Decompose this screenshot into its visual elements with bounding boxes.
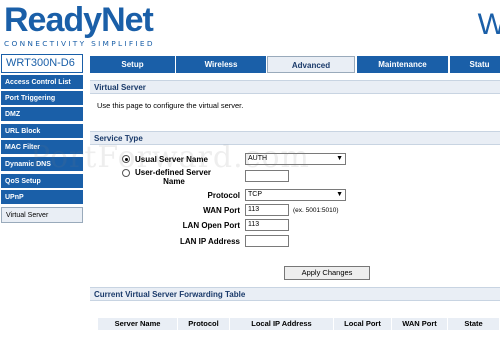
protocol-label: Protocol xyxy=(207,191,240,200)
top-nav-tabs: Setup Wireless Advanced Maintenance Stat… xyxy=(89,56,500,73)
usual-server-label: Usual Server Name xyxy=(135,155,208,164)
header: ReadyNet CONNECTIVITY SIMPLIFIED W xyxy=(0,0,500,54)
logo-name-part2: Net xyxy=(101,1,154,39)
logo-name-part1: Ready xyxy=(4,1,102,39)
sidebar-item-url-block[interactable]: URL Block xyxy=(1,124,83,139)
header-title-fragment: W xyxy=(477,8,500,41)
virtual-server-description: Use this page to configure the virtual s… xyxy=(97,101,244,110)
table-header-state: State xyxy=(448,318,500,330)
table-header-local-ip: Local IP Address xyxy=(230,318,334,330)
sidebar-item-access-control-list[interactable]: Access Control List xyxy=(1,75,83,90)
sidebar-item-dmz[interactable]: DMZ xyxy=(1,107,83,122)
table-header-server-name: Server Name xyxy=(98,318,178,330)
user-defined-label-line2: Name xyxy=(163,177,185,186)
chevron-down-icon: ▼ xyxy=(336,155,343,162)
readynet-logo: ReadyNet CONNECTIVITY SIMPLIFIED xyxy=(4,2,155,48)
lan-ip-input[interactable] xyxy=(245,235,289,247)
user-defined-name-input[interactable] xyxy=(245,170,289,182)
user-defined-label: User-defined Server Name xyxy=(135,168,238,186)
wan-port-label: WAN Port xyxy=(203,206,240,215)
usual-server-select[interactable]: AUTH ▼ xyxy=(245,153,346,165)
tab-wireless[interactable]: Wireless xyxy=(175,56,266,73)
user-defined-radio[interactable] xyxy=(122,169,130,177)
table-header-wan-port: WAN Port xyxy=(392,318,448,330)
sidebar-item-virtual-server[interactable]: Virtual Server xyxy=(1,207,83,223)
model-label: WRT300N-D6 xyxy=(1,54,83,73)
logo-tagline: CONNECTIVITY SIMPLIFIED xyxy=(4,39,155,48)
protocol-select[interactable]: TCP ▼ xyxy=(245,189,346,201)
tab-advanced[interactable]: Advanced xyxy=(267,56,355,73)
tab-maintenance[interactable]: Maintenance xyxy=(356,56,448,73)
sidebar-item-qos-setup[interactable]: QoS Setup xyxy=(1,174,83,189)
lan-ip-label: LAN IP Address xyxy=(179,237,240,246)
user-defined-label-line1: User-defined Server xyxy=(135,168,212,177)
sidebar-item-dynamic-dns[interactable]: Dynamic DNS xyxy=(1,157,83,172)
table-header-protocol: Protocol xyxy=(178,318,230,330)
lan-open-port-label: LAN Open Port xyxy=(182,221,240,230)
sidebar-item-upnp[interactable]: UPnP xyxy=(1,190,83,205)
usual-server-radio[interactable] xyxy=(122,155,130,163)
service-type-heading: Service Type xyxy=(90,131,500,145)
virtual-server-heading: Virtual Server xyxy=(90,80,500,94)
tab-status[interactable]: Statu xyxy=(449,56,500,73)
forwarding-table-heading: Current Virtual Server Forwarding Table xyxy=(90,287,500,301)
apply-changes-button[interactable]: Apply Changes xyxy=(284,266,370,280)
protocol-value: TCP xyxy=(248,191,262,198)
sidebar: Access Control List Port Triggering DMZ … xyxy=(0,73,84,359)
main-content: Virtual Server Use this page to configur… xyxy=(86,73,500,359)
usual-server-value: AUTH xyxy=(248,155,268,162)
tab-setup[interactable]: Setup xyxy=(89,56,175,73)
lan-open-port-input[interactable]: 113 xyxy=(245,219,289,231)
wan-port-input[interactable]: 113 xyxy=(245,204,289,216)
sidebar-item-mac-filter[interactable]: MAC Filter xyxy=(1,140,83,155)
sidebar-item-port-triggering[interactable]: Port Triggering xyxy=(1,91,83,106)
chevron-down-icon: ▼ xyxy=(336,191,343,198)
wan-port-hint: (ex. 5001:5010) xyxy=(293,207,339,214)
table-header-local-port: Local Port xyxy=(334,318,392,330)
